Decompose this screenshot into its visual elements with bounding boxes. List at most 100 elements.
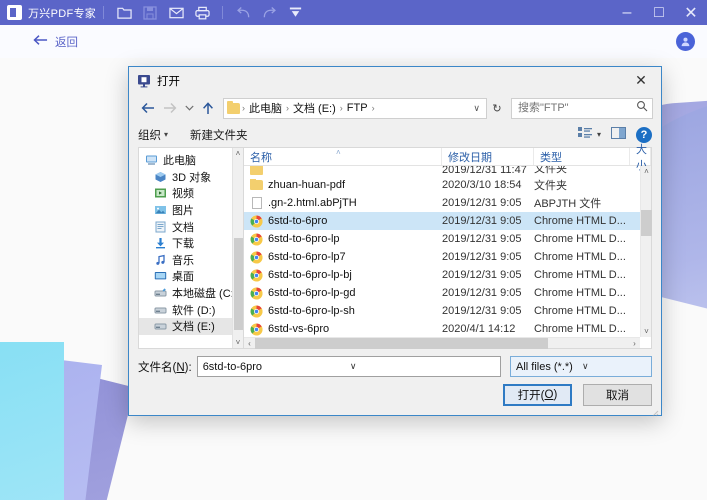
file-name-cell (244, 166, 442, 176)
redo-icon[interactable] (256, 0, 282, 25)
chevron-down-icon[interactable]: ∨ (469, 103, 484, 114)
scroll-up-arrow[interactable]: ˄ (641, 166, 652, 177)
table-row[interactable]: 6std-to-6pro2019/12/31 9:05Chrome HTML D… (244, 212, 651, 230)
sidebar-item-4[interactable]: 文档 (139, 218, 243, 235)
file-date-cell: 2019/12/31 9:05 (442, 305, 534, 317)
breadcrumb-item-1[interactable]: 文档 (E:) (291, 100, 338, 116)
user-avatar-icon[interactable] (676, 32, 695, 51)
dialog-close-button[interactable]: ✕ (621, 67, 661, 94)
sidebar-item-10[interactable]: 文档 (E:) (139, 318, 243, 335)
table-row[interactable]: .gn-2.html.abPjTH2019/12/31 9:05ABPJTH 文… (244, 194, 651, 212)
search-input[interactable] (516, 101, 636, 115)
sidebar-item-5[interactable]: 下载 (139, 235, 243, 252)
column-header-size[interactable]: 大小 (630, 148, 651, 165)
scroll-up-arrow[interactable]: ˄ (236, 149, 241, 158)
table-row[interactable]: 6std-to-6pro-lp-bj2019/12/31 9:05Chrome … (244, 266, 651, 284)
filename-label-pre: 文件名( (138, 362, 176, 374)
open-button-label-pre: 打开( (518, 387, 545, 403)
filename-label-accesskey: N (176, 362, 184, 374)
preview-pane-button[interactable] (611, 127, 626, 142)
refresh-button[interactable]: ↻ (487, 102, 507, 115)
navigation-scrollbar[interactable]: ˄ ˅ (232, 148, 243, 348)
sidebar-item-label: 图片 (172, 202, 194, 218)
minimize-button[interactable]: – (611, 0, 643, 25)
print-icon[interactable] (189, 0, 215, 25)
sidebar-item-label: 文档 (E:) (172, 318, 215, 334)
table-row[interactable]: 6std-to-6pro-lp-gd2019/12/31 9:05Chrome … (244, 284, 651, 302)
file-name-cell: 6std-to-6pro-lp-bj (244, 269, 442, 282)
file-date-cell: 2019/12/31 9:05 (442, 269, 534, 281)
cancel-button[interactable]: 取消 (583, 384, 652, 406)
sidebar-item-2[interactable]: 视频 (139, 185, 243, 202)
open-file-dialog: 打开 ✕ › 此电脑 › 文档 (E:) › FTP › ∨ ↻ (128, 66, 662, 416)
sidebar-item-7[interactable]: 桌面 (139, 268, 243, 285)
desktop-icon (152, 270, 168, 282)
undo-icon[interactable] (230, 0, 256, 25)
back-button[interactable]: 返回 (33, 33, 78, 51)
system-drive-icon (152, 287, 168, 299)
open-folder-icon[interactable] (111, 0, 137, 25)
close-button[interactable]: ✕ (675, 0, 707, 25)
scroll-left-arrow[interactable]: ‹ (244, 338, 255, 349)
breadcrumb-item-2[interactable]: FTP (345, 102, 370, 114)
nav-forward-button[interactable] (159, 97, 181, 119)
3d-objects-icon (152, 171, 168, 183)
nav-recent-locations-button[interactable] (181, 97, 197, 119)
organize-menu-button[interactable]: 组织 ▾ (138, 127, 168, 143)
save-icon[interactable] (137, 0, 163, 25)
resize-grip[interactable] (649, 404, 659, 414)
folder-icon (250, 166, 263, 176)
new-folder-button[interactable]: 新建文件夹 (190, 127, 248, 143)
file-type-filter-value: All files (*.*) (516, 361, 579, 373)
breadcrumb-item-0[interactable]: 此电脑 (247, 100, 284, 116)
scrollbar-thumb[interactable] (255, 338, 548, 349)
scrollbar-thumb[interactable] (234, 238, 243, 330)
table-row[interactable]: zhuan-huan-pdf2020/3/10 18:54文件夹 (244, 176, 651, 194)
sidebar-item-0[interactable]: 此电脑 (139, 152, 243, 169)
file-list-horizontal-scrollbar[interactable]: ‹ › (244, 337, 640, 348)
table-row[interactable]: 2019/12/31 11:47文件夹 (244, 166, 651, 176)
sidebar-item-6[interactable]: 音乐 (139, 252, 243, 269)
table-row[interactable]: 6std-to-6pro-lp-sh2019/12/31 9:05Chrome … (244, 302, 651, 320)
column-header-name[interactable]: 名称 ˄ (244, 148, 442, 165)
dialog-buttons: 打开(O) 取消 (138, 384, 652, 406)
table-row[interactable]: 6std-to-6pro-lp2019/12/31 9:05Chrome HTM… (244, 230, 651, 248)
sidebar-item-label: 桌面 (172, 268, 194, 284)
column-header-date[interactable]: 修改日期 (442, 148, 534, 165)
file-date-cell: 2019/12/31 9:05 (442, 251, 534, 263)
breadcrumb-separator-2: › (338, 103, 345, 113)
maximize-button[interactable]: □ (643, 0, 675, 25)
sidebar-item-1[interactable]: 3D 对象 (139, 169, 243, 186)
file-name-cell: 6std-to-6pro (244, 215, 442, 228)
open-button[interactable]: 打开(O) (503, 384, 572, 406)
filter-dropdown-icon[interactable] (282, 0, 308, 25)
scroll-right-arrow[interactable]: › (629, 338, 640, 349)
view-options-button[interactable]: ▾ (578, 127, 601, 142)
table-row[interactable]: 6std-vs-6pro2020/4/1 14:12Chrome HTML D.… (244, 320, 651, 338)
file-list-vertical-scrollbar[interactable]: ˄ ˅ (640, 166, 651, 337)
nav-up-button[interactable] (197, 97, 219, 119)
search-box[interactable] (511, 98, 653, 119)
scroll-down-arrow[interactable]: ˅ (236, 338, 241, 347)
mail-icon[interactable] (163, 0, 189, 25)
file-name-cell: 6std-to-6pro-lp-sh (244, 305, 442, 318)
scroll-down-arrow[interactable]: ˅ (641, 326, 652, 337)
file-type-filter-select[interactable]: All files (*.*) ∨ (510, 356, 652, 377)
table-row[interactable]: 6std-to-6pro-lp72019/12/31 9:05Chrome HT… (244, 248, 651, 266)
breadcrumb[interactable]: › 此电脑 › 文档 (E:) › FTP › ∨ (223, 98, 487, 119)
file-name-label: 6std-vs-6pro (268, 323, 329, 335)
nav-back-button[interactable] (137, 97, 159, 119)
sidebar-item-3[interactable]: 图片 (139, 202, 243, 219)
scrollbar-thumb[interactable] (641, 210, 652, 236)
sidebar-item-8[interactable]: 本地磁盘 (C:) (139, 285, 243, 302)
chevron-down-icon[interactable]: ∨ (579, 361, 648, 372)
chevron-down-icon[interactable]: ∨ (347, 361, 497, 372)
filename-input[interactable]: 6std-to-6pro ∨ (197, 356, 501, 377)
file-name-label: 6std-to-6pro-lp7 (268, 251, 346, 263)
sidebar-item-9[interactable]: 软件 (D:) (139, 301, 243, 318)
sidebar-item-label: 视频 (172, 185, 194, 201)
file-name-cell: .gn-2.html.abPjTH (244, 197, 442, 210)
column-header-type[interactable]: 类型 (534, 148, 630, 165)
sidebar-item-label: 音乐 (172, 252, 194, 268)
folder-icon (227, 103, 240, 114)
